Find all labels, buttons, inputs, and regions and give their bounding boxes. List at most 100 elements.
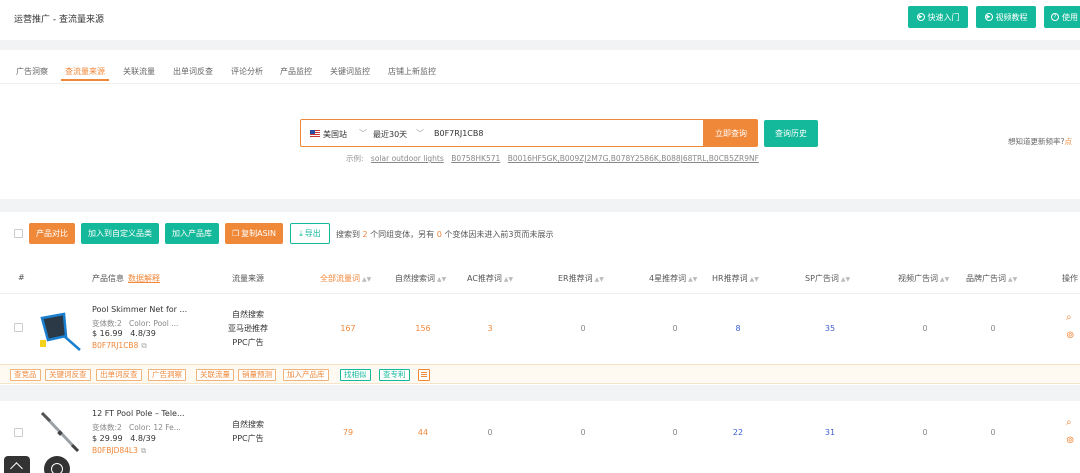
product-asin[interactable]: B0F7RJ1CB8 ⧉ bbox=[92, 341, 147, 351]
search-bar: 美国站 ﹀ 最近30天 ﹀ B0F7RJ1CB8 bbox=[300, 119, 704, 147]
tab-store-new-monitor[interactable]: 店铺上新监控 bbox=[388, 66, 436, 77]
organic-value[interactable]: 156 bbox=[403, 324, 443, 333]
product-price: $ 29.99 4.8/39 bbox=[92, 434, 156, 443]
quick-start-button[interactable]: ▶ 快速入门 bbox=[908, 6, 968, 28]
organic-value[interactable]: 44 bbox=[403, 428, 443, 437]
column-all-traffic[interactable]: 全部流量词 ▲▼ bbox=[320, 273, 371, 284]
data-explain-link[interactable]: 数据解释 bbox=[128, 274, 160, 283]
tab-related-traffic[interactable]: 关联流量 bbox=[123, 66, 155, 77]
example-link[interactable]: B0758HK571 bbox=[451, 154, 500, 163]
ac-value[interactable]: 3 bbox=[470, 324, 510, 333]
tab-order-keyword[interactable]: 出单词反查 bbox=[173, 66, 213, 77]
location-icon[interactable]: ⊚ bbox=[1066, 435, 1074, 446]
sort-icon: ▲▼ bbox=[1008, 276, 1018, 283]
sp-value[interactable]: 35 bbox=[810, 324, 850, 333]
er-value: 0 bbox=[580, 324, 586, 333]
search-icon[interactable]: ⌕ bbox=[1066, 312, 1072, 323]
sp-value[interactable]: 31 bbox=[810, 428, 850, 437]
sort-icon: ▲▼ bbox=[594, 276, 604, 283]
row-checkbox[interactable] bbox=[14, 323, 23, 332]
brand-value: 0 bbox=[990, 428, 996, 437]
tag-sales-forecast[interactable]: 销量预测 bbox=[238, 369, 276, 381]
sort-icon: ▲▼ bbox=[840, 276, 851, 283]
video-tutorial-button[interactable]: ▶ 视频教程 bbox=[976, 6, 1036, 28]
add-product-library-button[interactable]: 加入产品库 bbox=[165, 223, 219, 244]
calculator-icon[interactable] bbox=[418, 369, 430, 381]
table-row: Pool Skimmer Net for ... 变体数:2 Color: Po… bbox=[0, 297, 1080, 364]
column-index: # bbox=[18, 273, 25, 282]
traffic-sources: 自然搜索 亚马逊推荐 PPC广告 bbox=[228, 310, 268, 347]
sort-icon: ▲▼ bbox=[688, 276, 698, 283]
column-brand[interactable]: 品牌广告词 ▲▼ bbox=[966, 273, 1017, 284]
all-traffic-value[interactable]: 167 bbox=[328, 324, 368, 333]
feature-tabs: 广告洞察 查流量来源 关联流量 出单词反查 评论分析 产品监控 关键词监控 店铺… bbox=[0, 50, 1080, 84]
chevron-down-icon: ﹀ bbox=[359, 129, 367, 138]
product-asin[interactable]: B0FBJD84L3 ⧉ bbox=[92, 446, 146, 456]
ac-value: 0 bbox=[487, 428, 493, 437]
row-action-tags: 查竞品 关键词反查 出单词反查 广告洞察 关联流量 销量预测 加入产品库 找相似… bbox=[0, 364, 1080, 384]
update-frequency-link[interactable]: 点 bbox=[1064, 137, 1072, 146]
asin-input[interactable]: B0F7RJ1CB8 bbox=[434, 129, 483, 138]
tab-product-monitor[interactable]: 产品监控 bbox=[280, 66, 312, 77]
add-custom-category-button[interactable]: 加入到自定义品类 bbox=[81, 223, 159, 244]
4star-value: 0 bbox=[672, 428, 678, 437]
sort-icon: ▲▼ bbox=[437, 276, 447, 283]
page-header: 运营推广 - 查流量来源 ▶ 快速入门 ▶ 视频教程 ? 使用 bbox=[0, 0, 1080, 40]
product-variants: 变体数:2 Color: 12 Fe... bbox=[92, 423, 181, 432]
tag-ad-insight[interactable]: 广告洞察 bbox=[148, 369, 186, 381]
4star-value: 0 bbox=[672, 324, 678, 333]
row-checkbox[interactable] bbox=[14, 428, 23, 437]
site-select[interactable]: 美国站 bbox=[323, 129, 347, 140]
product-image[interactable] bbox=[36, 407, 84, 455]
us-flag-icon bbox=[310, 130, 320, 137]
column-product: 产品信息 数据解释 bbox=[92, 274, 160, 283]
product-image[interactable] bbox=[36, 306, 84, 354]
product-title[interactable]: 12 FT Pool Pole – Tele... bbox=[92, 409, 185, 418]
tab-traffic-source[interactable]: 查流量来源 bbox=[61, 66, 109, 81]
table-header: # 产品信息 数据解释 流量来源 全部流量词 ▲▼ 自然搜索词 ▲▼ AC推荐词 ▲▼ … bbox=[0, 262, 1080, 294]
example-link[interactable]: B0016HF5GK,B009ZJ2M7G,B078Y2586K,B088J68… bbox=[508, 154, 759, 163]
tab-keyword-monitor[interactable]: 关键词监控 bbox=[330, 66, 370, 77]
results-summary: 搜索到 2 个同组变体，另有 0 个变体因未进入前3页而未展示 bbox=[336, 230, 554, 239]
external-link-icon: ⧉ bbox=[140, 446, 147, 455]
tab-ad-insight[interactable]: 广告洞察 bbox=[16, 66, 48, 77]
column-ac[interactable]: AC推荐词 ▲▼ bbox=[467, 273, 513, 284]
tab-review-analysis[interactable]: 评论分析 bbox=[231, 66, 263, 77]
tag-competitor[interactable]: 查竞品 bbox=[10, 369, 41, 381]
product-title[interactable]: Pool Skimmer Net for ... bbox=[92, 305, 187, 314]
tag-related-traffic[interactable]: 关联流量 bbox=[196, 369, 234, 381]
query-button[interactable]: 立即查询 bbox=[704, 119, 758, 147]
column-4star[interactable]: 4星推荐词 ▲▼ bbox=[649, 273, 697, 284]
tag-order-keyword[interactable]: 出单词反查 bbox=[96, 369, 142, 381]
example-link[interactable]: solar outdoor lights bbox=[371, 154, 444, 163]
copy-asin-button[interactable]: ❐ 复制ASIN bbox=[225, 223, 283, 244]
breadcrumb: 运营推广 - 查流量来源 bbox=[14, 15, 104, 25]
column-source: 流量来源 bbox=[232, 274, 264, 283]
column-sp[interactable]: SP广告词 ▲▼ bbox=[805, 273, 850, 284]
export-button[interactable]: ⤓ 导出 bbox=[290, 223, 330, 244]
search-icon[interactable]: ⌕ bbox=[1066, 417, 1072, 428]
select-all-checkbox[interactable] bbox=[14, 229, 23, 238]
play-circle-icon: ▶ bbox=[916, 13, 925, 21]
query-history-button[interactable]: 查询历史 bbox=[764, 120, 818, 147]
column-organic[interactable]: 自然搜索词 ▲▼ bbox=[395, 273, 446, 284]
results-toolbar: 产品对比 加入到自定义品类 加入产品库 ❐ 复制ASIN ⤓ 导出 搜索到 2 … bbox=[0, 222, 1080, 246]
tag-patent[interactable]: 查专利 bbox=[379, 369, 410, 381]
update-frequency-hint: 想知道更新频率?点 bbox=[1008, 137, 1072, 146]
tag-keyword-reverse[interactable]: 关键词反查 bbox=[45, 369, 91, 381]
tag-add-library[interactable]: 加入产品库 bbox=[283, 369, 329, 381]
period-select[interactable]: 最近30天 bbox=[373, 129, 407, 140]
hr-value[interactable]: 22 bbox=[718, 428, 758, 437]
download-icon: ⤓ bbox=[299, 228, 303, 238]
usage-button[interactable]: ? 使用 bbox=[1044, 6, 1080, 28]
column-er[interactable]: ER推荐词 ▲▼ bbox=[558, 273, 604, 284]
sort-icon: ▲▼ bbox=[362, 276, 372, 283]
compare-products-button[interactable]: 产品对比 bbox=[29, 223, 75, 244]
all-traffic-value[interactable]: 79 bbox=[328, 428, 368, 437]
column-video[interactable]: 视频广告词 ▲▼ bbox=[898, 273, 949, 284]
tag-find-similar[interactable]: 找相似 bbox=[340, 369, 371, 381]
column-hr[interactable]: HR推荐词 ▲▼ bbox=[712, 273, 759, 284]
hr-value[interactable]: 8 bbox=[718, 324, 758, 333]
location-icon[interactable]: ⊚ bbox=[1066, 330, 1074, 341]
scroll-top-button[interactable] bbox=[4, 456, 30, 473]
